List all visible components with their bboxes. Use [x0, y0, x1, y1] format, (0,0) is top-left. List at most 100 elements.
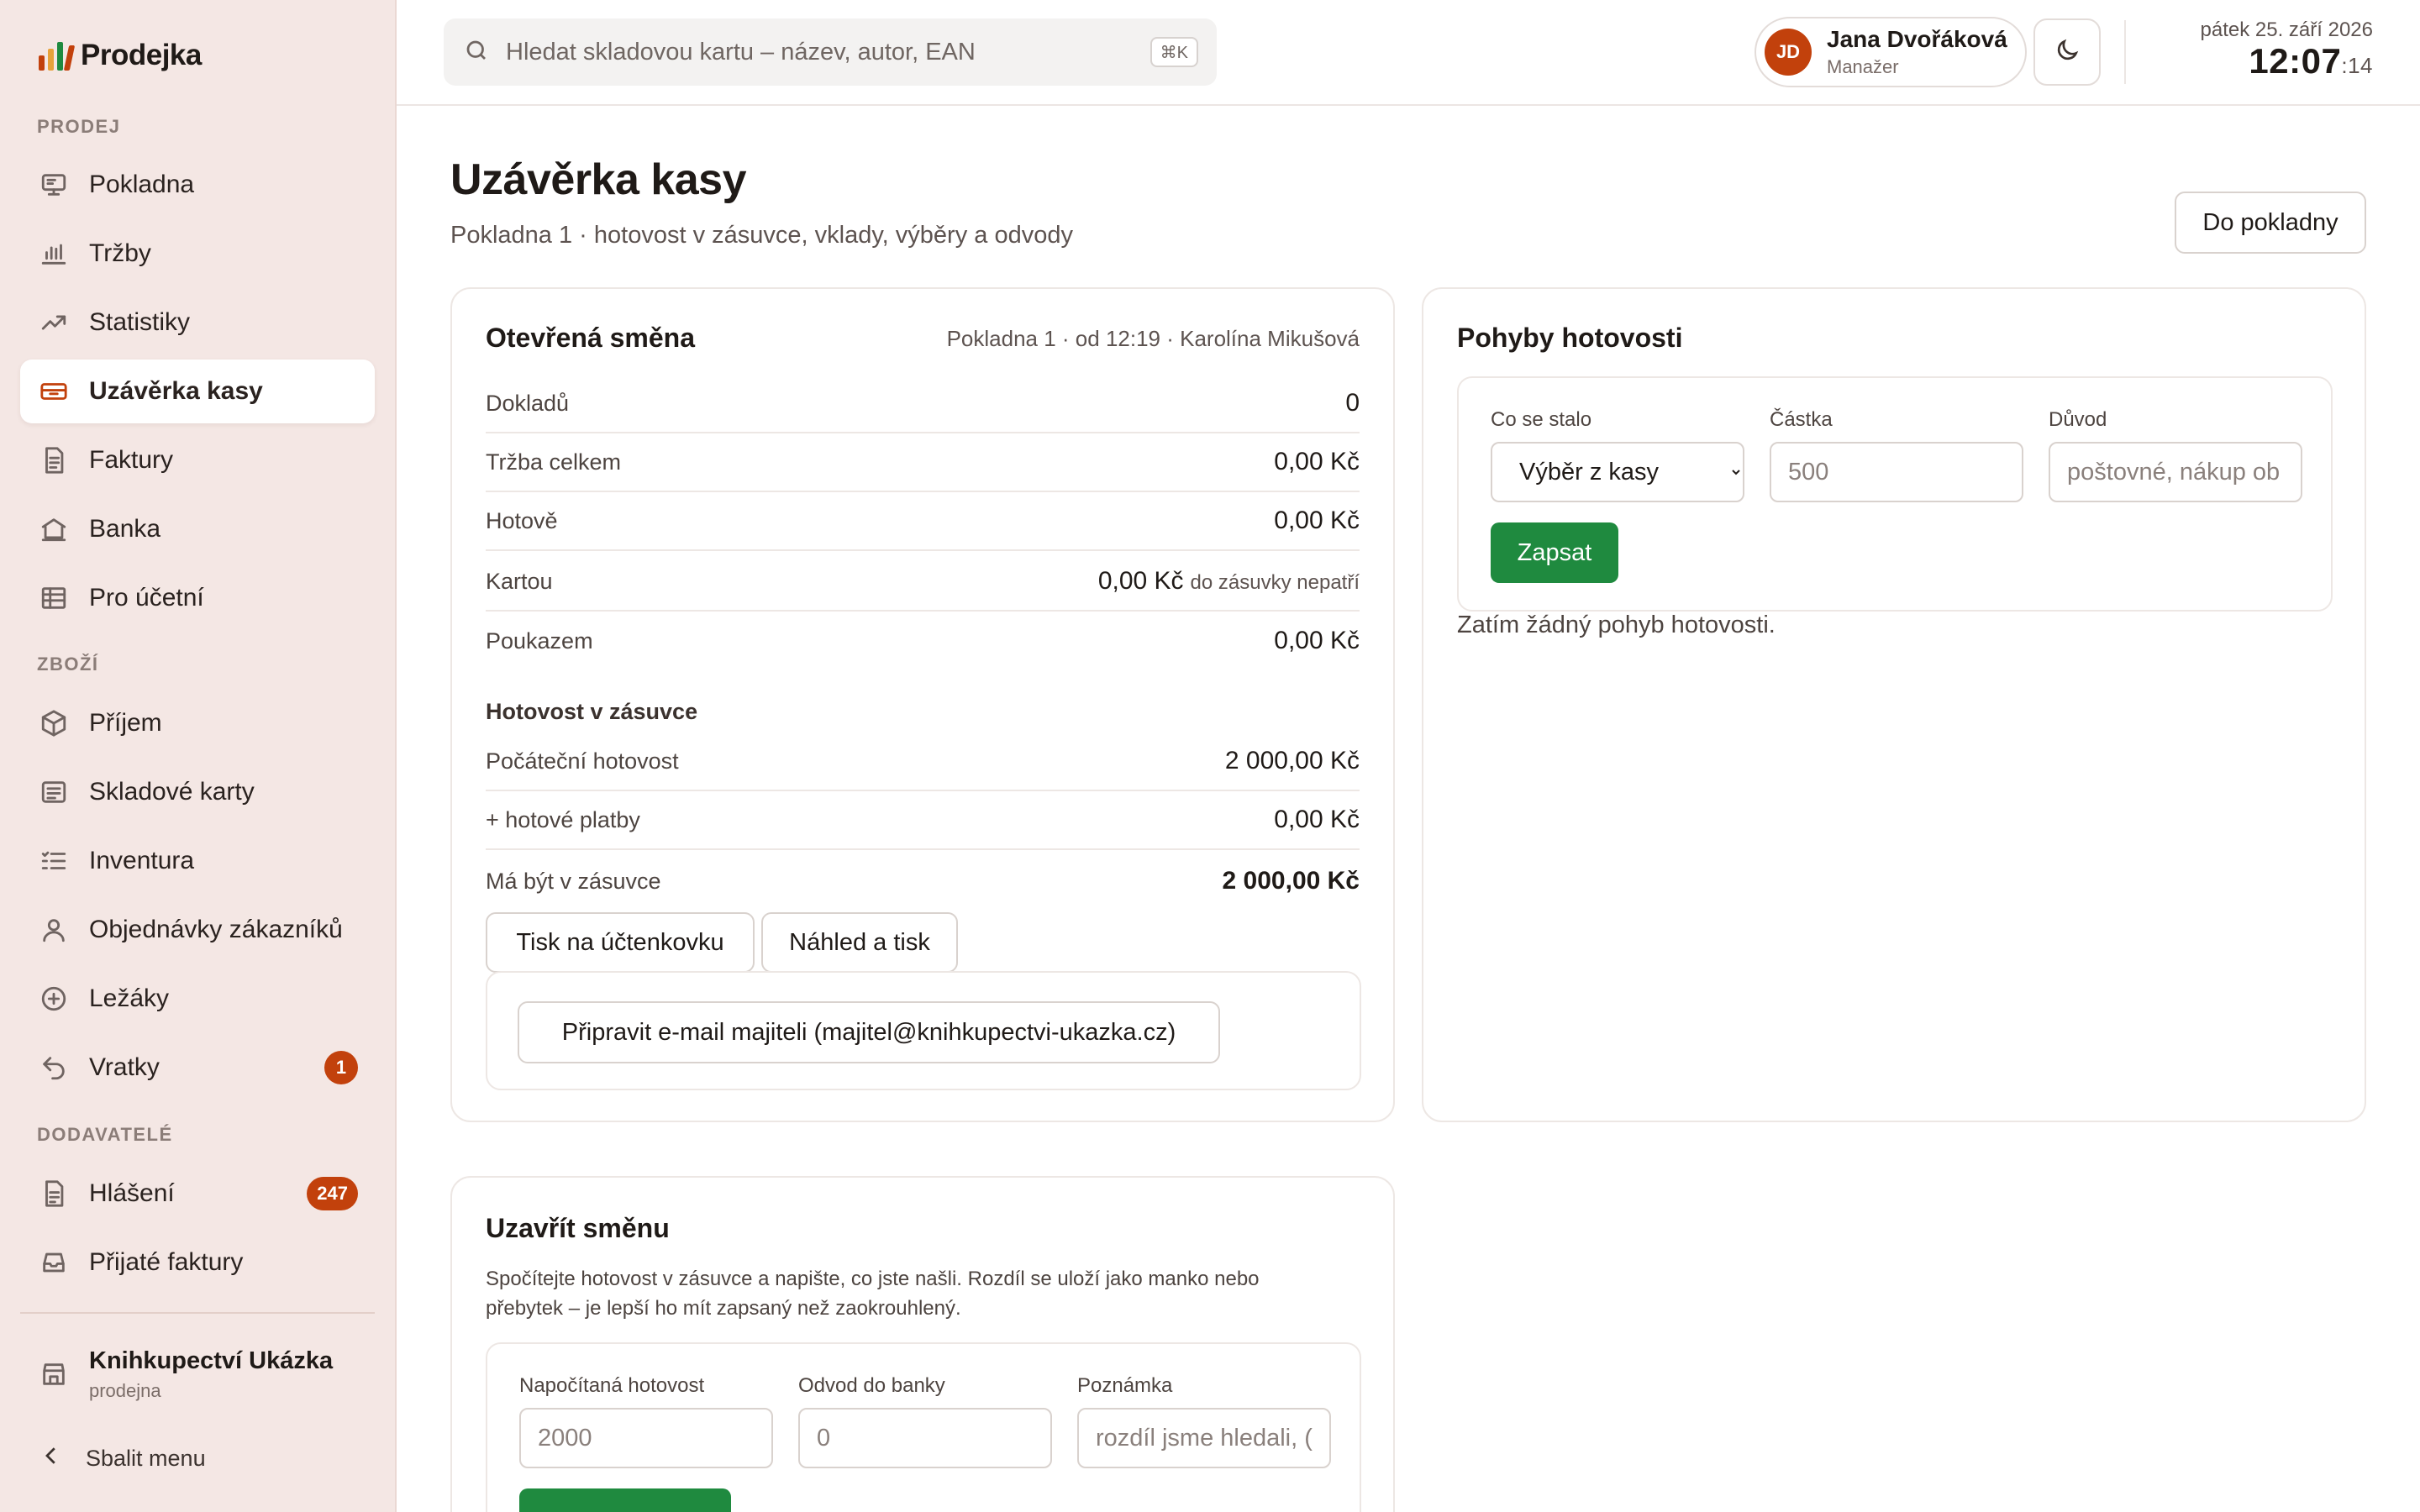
row-label: Kartou: [486, 568, 553, 594]
row-label: Dokladů: [486, 390, 570, 416]
sidebar-item-label: Skladové karty: [89, 778, 255, 806]
sidebar-item-prijate-faktury[interactable]: Přijaté faktury: [20, 1231, 375, 1294]
sidebar-item-inventura[interactable]: Inventura: [20, 829, 375, 893]
page-subtitle: Pokladna 1 · hotovost v zásuvce, vklady,…: [450, 222, 1073, 249]
bank-deposit-label: Odvod do banky: [798, 1374, 945, 1397]
shift-row-poukazem: Poukazem 0,00 Kč: [486, 612, 1360, 670]
submit-movement-button[interactable]: Zapsat: [1491, 522, 1618, 583]
sidebar-item-pro-ucetni[interactable]: Pro účetní: [20, 566, 375, 630]
sidebar-item-label: Objednávky zákazníků: [89, 916, 343, 943]
movement-type-select[interactable]: Výběr z kasy: [1491, 442, 1744, 502]
collapse-menu-label: Sbalit menu: [86, 1446, 206, 1471]
sidebar-item-uzaverka-kasy[interactable]: Uzávěrka kasy: [20, 360, 375, 423]
cash-movements-title: Pohyby hotovosti: [1457, 323, 1683, 353]
sidebar-divider: [20, 1312, 375, 1314]
sidebar-item-prijem[interactable]: Příjem: [20, 691, 375, 755]
inbox-icon: [39, 1247, 69, 1278]
clock-time: 12:07:14: [2201, 41, 2373, 81]
note-label: Poznámka: [1077, 1374, 1173, 1397]
row-value: 0,00 Kč: [1274, 448, 1360, 475]
section-label-zbozi: ZBOŽÍ: [37, 654, 99, 675]
prepare-email-button[interactable]: Připravit e-mail majiteli (majitel@knihk…: [518, 1001, 1220, 1063]
moon-icon: [2054, 37, 2081, 68]
sidebar-item-label: Pokladna: [89, 171, 195, 198]
user-menu[interactable]: JD Jana Dvořáková Manažer: [1754, 17, 2027, 87]
user-name: Jana Dvořáková: [1827, 26, 2007, 52]
page-title: Uzávěrka kasy: [450, 155, 747, 204]
open-shift-title: Otevřená směna: [486, 323, 696, 353]
row-label: + hotové platby: [486, 806, 640, 832]
sidebar-item-vratky[interactable]: Vratky 1: [20, 1036, 375, 1100]
bar-chart-icon: [39, 239, 69, 269]
counted-cash-input[interactable]: [519, 1408, 773, 1468]
brand-logo-icon: [39, 40, 76, 71]
reason-input[interactable]: [2049, 442, 2302, 502]
search-input[interactable]: [506, 38, 1144, 66]
table-icon: [39, 583, 69, 613]
box-icon: [39, 708, 69, 738]
row-note: do zásuvky nepatří: [1190, 571, 1360, 594]
search-shortcut: ⌘K: [1150, 37, 1198, 67]
row-label: Počáteční hotovost: [486, 748, 679, 774]
close-shift-card: Uzavřít směnu Spočítejte hotovost v zásu…: [450, 1176, 1395, 1512]
row-label: Poukazem: [486, 627, 593, 654]
sidebar-item-lezaky[interactable]: Ležáky: [20, 967, 375, 1031]
cash-movements-card: Pohyby hotovosti Co se stalo Výběr z kas…: [1422, 287, 2366, 1122]
cash-row-ma-byt: Má být v zásuvce 2 000,00 Kč: [486, 852, 1360, 911]
document-icon: [39, 445, 69, 475]
trend-icon: [39, 307, 69, 338]
movement-type-label: Co se stalo: [1491, 408, 1592, 431]
email-box: Připravit e-mail majiteli (majitel@knihk…: [486, 971, 1361, 1090]
note-input[interactable]: [1077, 1408, 1331, 1468]
checklist-icon: [39, 846, 69, 876]
sidebar-item-label: Příjem: [89, 709, 162, 737]
store-sub: prodejna: [89, 1380, 161, 1401]
preview-print-button[interactable]: Náhled a tisk: [761, 912, 958, 973]
row-value: 0,00 Kč: [1274, 507, 1360, 534]
sidebar-item-objednavky-zakazniku[interactable]: Objednávky zákazníků: [20, 898, 375, 962]
store-switcher[interactable]: Knihkupectví Ukázka prodejna: [39, 1347, 333, 1402]
row-label: Hotově: [486, 507, 558, 533]
theme-toggle-button[interactable]: [2033, 18, 2101, 86]
search-bar[interactable]: ⌘K: [444, 18, 1217, 86]
user-icon: [39, 915, 69, 945]
cash-drawer-icon: [39, 376, 69, 407]
row-value: 0,00 Kč: [1097, 567, 1184, 595]
collapse-menu-button[interactable]: Sbalit menu: [39, 1443, 206, 1474]
bank-deposit-input[interactable]: [798, 1408, 1052, 1468]
sidebar-item-banka[interactable]: Banka: [20, 497, 375, 561]
sidebar-item-label: Inventura: [89, 847, 195, 874]
hlaseni-badge: 247: [307, 1177, 358, 1210]
row-value: 0: [1345, 389, 1360, 417]
clock-hours-minutes: 12:07: [2249, 41, 2342, 81]
print-receipt-button[interactable]: Tisk na účtenkovku: [486, 912, 755, 973]
amount-input[interactable]: [1770, 442, 2023, 502]
sidebar-item-trzby[interactable]: Tržby: [20, 222, 375, 286]
close-shift-button[interactable]: [519, 1488, 731, 1512]
sidebar-item-skladove-karty[interactable]: Skladové karty: [20, 760, 375, 824]
close-shift-form: Napočítaná hotovost Odvod do banky Pozná…: [486, 1342, 1361, 1512]
topbar: ⌘K JD Jana Dvořáková Manažer pátek 25. z…: [397, 0, 2420, 106]
brand[interactable]: Prodejka: [39, 39, 202, 72]
sidebar-item-hlaseni[interactable]: Hlášení 247: [20, 1162, 375, 1226]
back-to-register-button[interactable]: Do pokladny: [2175, 192, 2366, 254]
sidebar-item-faktury[interactable]: Faktury: [20, 428, 375, 492]
close-shift-description: Spočítejte hotovost v zásuvce a napište,…: [486, 1268, 1260, 1320]
counted-cash-label: Napočítaná hotovost: [519, 1374, 705, 1397]
sidebar-item-label: Hlášení: [89, 1179, 175, 1207]
row-label: Tržba celkem: [486, 449, 622, 475]
store-icon: [39, 1359, 69, 1389]
section-label-prodej: PRODEJ: [37, 116, 121, 137]
sidebar-item-label: Pro účetní: [89, 584, 204, 612]
chevron-left-icon: [39, 1443, 64, 1474]
topbar-separator: [2124, 20, 2126, 84]
sidebar-item-statistiky[interactable]: Statistiky: [20, 291, 375, 354]
section-label-dodavatele: DODAVATELÉ: [37, 1124, 173, 1145]
row-label: Má být v zásuvce: [486, 868, 661, 894]
sidebar-item-label: Faktury: [89, 446, 174, 474]
row-value: 0,00 Kč: [1274, 806, 1360, 833]
user-role: Manažer: [1827, 56, 1899, 77]
sidebar-item-pokladna[interactable]: Pokladna: [20, 153, 375, 217]
sidebar-item-label: Přijaté faktury: [89, 1248, 244, 1276]
vratky-badge: 1: [324, 1051, 358, 1084]
